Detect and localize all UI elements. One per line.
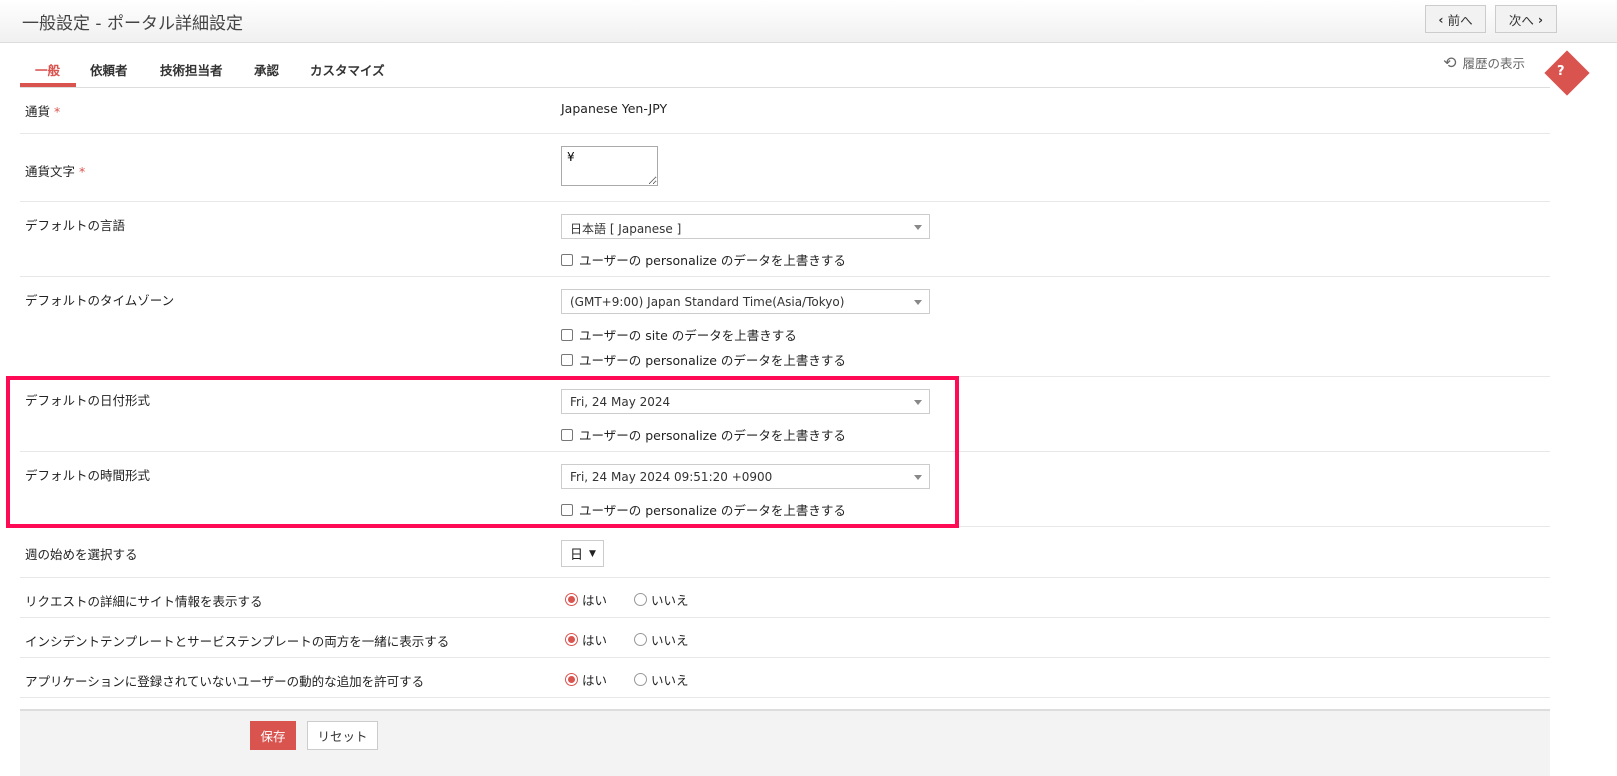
reset-button[interactable]: リセット (307, 721, 378, 750)
row-time-format: デフォルトの時間形式 Fri, 24 May 2024 09:51:20 +09… (20, 452, 1550, 527)
history-icon: ⟲ (1443, 53, 1457, 72)
currency-value: Japanese Yen-JPY (561, 101, 668, 116)
save-button[interactable]: 保存 (250, 721, 296, 750)
timezone-select[interactable]: (GMT+9:00) Japan Standard Time(Asia/Toky… (561, 289, 930, 314)
page-title: 一般設定 - ポータル詳細設定 (22, 14, 243, 34)
next-button[interactable]: 次へ › (1495, 5, 1557, 33)
timezone-site-override-checkbox[interactable]: ユーザーの site のデータを上書きする (561, 325, 797, 344)
tab-requester[interactable]: 依頼者 (90, 60, 128, 79)
dynamic-users-label: アプリケーションに登録されていないユーザーの動的な追加を許可する (25, 674, 425, 689)
show-templates-no-radio[interactable]: いいえ (634, 630, 689, 649)
language-override-checkbox[interactable]: ユーザーの personalize のデータを上書きする (561, 250, 846, 269)
row-timezone: デフォルトのタイムゾーン (GMT+9:00) Japan Standard T… (20, 277, 1550, 377)
chevron-down-icon: ▼ (589, 548, 596, 559)
history-label: 履歴の表示 (1462, 56, 1525, 71)
row-currency: 通貨 * Japanese Yen-JPY (20, 88, 1550, 134)
language-label: デフォルトの言語 (25, 218, 126, 233)
currency-symbol-input[interactable]: ¥ (561, 146, 658, 186)
help-button[interactable] (1544, 50, 1590, 96)
show-site-yes-radio[interactable]: はい (565, 590, 607, 609)
timezone-label: デフォルトのタイムゾーン (25, 293, 175, 308)
page-header: 一般設定 - ポータル詳細設定 ‹ 前へ 次へ › (0, 0, 1617, 43)
chevron-left-icon: ‹ (1438, 11, 1444, 27)
row-language: デフォルトの言語 日本語 [ Japanese ] ユーザーの personal… (20, 202, 1550, 277)
show-templates-label: インシデントテンプレートとサービステンプレートの両方を一緒に表示する (25, 634, 450, 649)
date-format-select[interactable]: Fri, 24 May 2024 (561, 389, 930, 414)
time-format-select[interactable]: Fri, 24 May 2024 09:51:20 +0900 (561, 464, 930, 489)
tab-general[interactable]: 一般 (35, 60, 60, 79)
dynamic-users-no-radio[interactable]: いいえ (634, 670, 689, 689)
tab-technician[interactable]: 技術担当者 (160, 60, 223, 79)
row-show-site: リクエストの詳細にサイト情報を表示する はい いいえ (20, 578, 1550, 618)
timezone-personalize-override-checkbox[interactable]: ユーザーの personalize のデータを上書きする (561, 350, 846, 369)
active-tab-indicator (20, 83, 76, 87)
week-start-select[interactable]: 日 ▼ (561, 540, 604, 567)
time-format-override-checkbox[interactable]: ユーザーの personalize のデータを上書きする (561, 500, 846, 519)
history-link[interactable]: ⟲ 履歴の表示 (1443, 53, 1525, 72)
prev-label: 前へ (1447, 12, 1473, 28)
chevron-right-icon: › (1537, 11, 1544, 27)
row-show-templates: インシデントテンプレートとサービステンプレートの両方を一緒に表示する はい いい… (20, 618, 1550, 658)
currency-symbol-label: 通貨文字 * (25, 164, 86, 179)
form-footer: 保存 リセット (20, 709, 1550, 776)
time-format-label: デフォルトの時間形式 (25, 468, 151, 483)
tab-bar: 一般 依頼者 技術担当者 承認 カスタマイズ (20, 44, 1550, 88)
row-date-format: デフォルトの日付形式 Fri, 24 May 2024 ユーザーの person… (20, 377, 1550, 452)
dynamic-users-yes-radio[interactable]: はい (565, 670, 607, 689)
prev-button[interactable]: ‹ 前へ (1425, 5, 1486, 33)
tab-approval[interactable]: 承認 (254, 60, 279, 79)
language-select[interactable]: 日本語 [ Japanese ] (561, 214, 930, 239)
show-site-label: リクエストの詳細にサイト情報を表示する (25, 594, 263, 609)
date-format-label: デフォルトの日付形式 (25, 393, 151, 408)
show-site-no-radio[interactable]: いいえ (634, 590, 689, 609)
row-currency-symbol: 通貨文字 * ¥ (20, 134, 1550, 202)
help-icon: ? (1557, 64, 1565, 79)
date-format-override-checkbox[interactable]: ユーザーの personalize のデータを上書きする (561, 425, 846, 444)
show-templates-yes-radio[interactable]: はい (565, 630, 607, 649)
week-start-label: 週の始めを選択する (25, 547, 138, 562)
tab-customize[interactable]: カスタマイズ (310, 60, 385, 79)
currency-label: 通貨 * (25, 104, 61, 119)
row-dynamic-users: アプリケーションに登録されていないユーザーの動的な追加を許可する はい いいえ (20, 658, 1550, 698)
next-label: 次へ (1508, 12, 1534, 28)
row-week-start: 週の始めを選択する 日 ▼ (20, 527, 1550, 578)
